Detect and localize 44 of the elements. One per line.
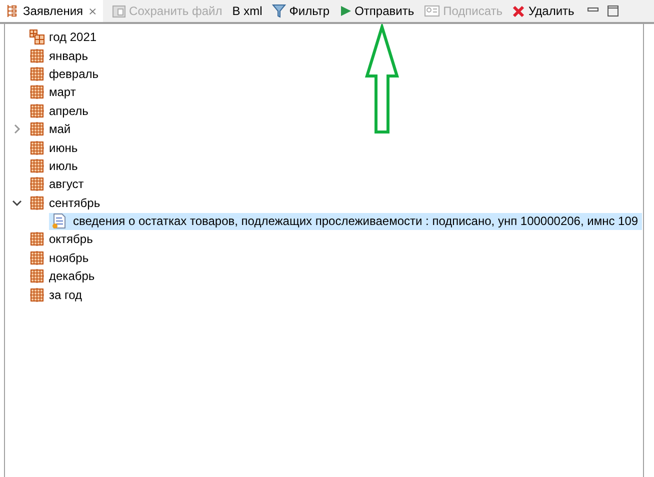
tree-item[interactable]: сентябрь xyxy=(49,196,100,210)
calendar-grid-icon xyxy=(29,48,45,64)
tree-item[interactable]: май xyxy=(49,122,71,136)
calendar-grid-icon xyxy=(29,231,45,248)
tree-item[interactable]: год 2021 xyxy=(49,30,97,44)
tab-label: Заявления xyxy=(23,4,84,18)
tree-item[interactable]: апрель xyxy=(49,104,88,118)
calendar-grid-icon xyxy=(29,66,45,82)
calendar-grid-icon xyxy=(29,140,45,156)
tree-item[interactable]: февраль xyxy=(49,66,99,81)
toolbar-button[interactable]: Удалить xyxy=(507,1,580,21)
toolbar-button[interactable]: Фильтр xyxy=(267,1,335,21)
calendar-grid-icon xyxy=(29,84,45,100)
tree-item[interactable]: март xyxy=(49,85,76,100)
delete-icon xyxy=(512,4,526,18)
maximize-icon[interactable] xyxy=(607,5,620,17)
tree-item[interactable]: июль xyxy=(49,158,78,173)
calendar-grid-icon xyxy=(29,194,45,211)
save-file-icon xyxy=(112,4,126,18)
tree-icon xyxy=(6,4,18,18)
tree-item[interactable]: сведения о остатках товаров, подлежащих прослеживаемости : подписано, унп 100000206, имнс 109 xyxy=(49,212,642,230)
certificate-icon xyxy=(424,5,440,17)
view-tab[interactable]: Заявления ⨯ xyxy=(0,0,104,22)
calendar-grid-icon xyxy=(29,158,45,174)
calendar-grid-icon xyxy=(29,121,45,138)
tree-item[interactable]: октябрь xyxy=(49,232,93,246)
tree-item[interactable]: январь xyxy=(49,48,88,63)
tree-item[interactable]: август xyxy=(49,177,84,192)
tree-item[interactable]: июнь xyxy=(49,140,78,155)
tree-item[interactable]: за год xyxy=(49,288,82,302)
play-icon xyxy=(340,5,352,17)
filter-icon xyxy=(272,4,286,18)
toolbar-button[interactable]: Отправить xyxy=(334,1,420,21)
calendar-grid-icon xyxy=(29,176,45,192)
close-button[interactable]: ⨯ xyxy=(88,4,98,18)
calendar-grid-icon xyxy=(29,102,45,119)
tree-item[interactable]: ноябрь xyxy=(49,250,89,265)
calendar-grid-icon xyxy=(29,268,45,284)
signed-document-icon xyxy=(51,213,67,230)
toolbar-button[interactable]: В xml xyxy=(227,1,268,21)
tree-item[interactable]: декабрь xyxy=(49,269,95,284)
calendar-grid-icon xyxy=(29,286,45,303)
calendar-grid-icon xyxy=(29,29,45,46)
calendar-grid-icon xyxy=(29,250,45,266)
